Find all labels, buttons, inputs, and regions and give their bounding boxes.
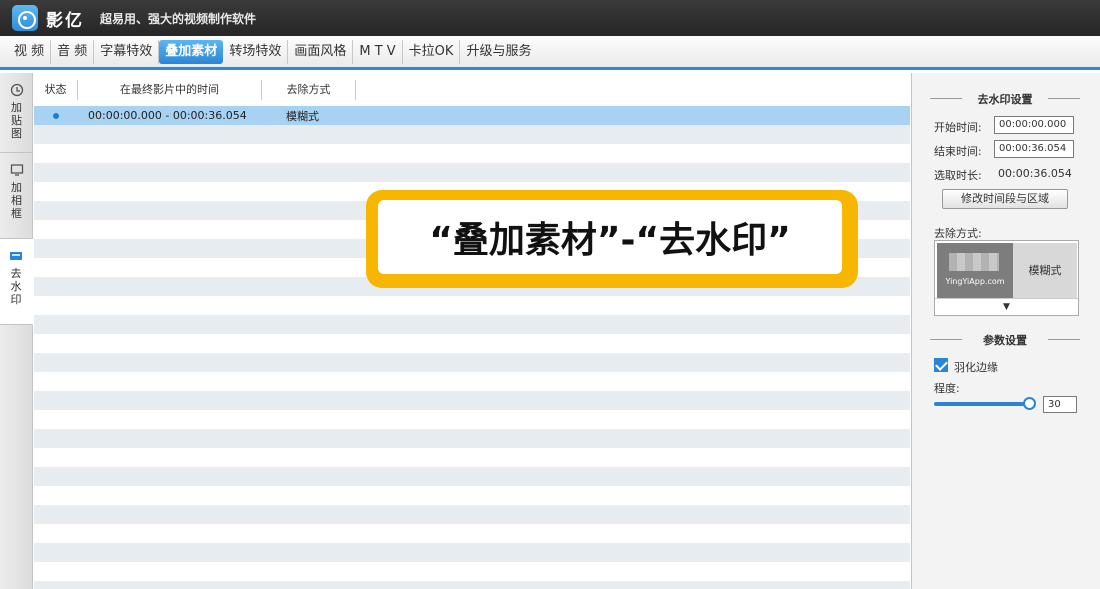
tab-add-sticker[interactable]: 加贴图 — [0, 73, 33, 153]
sticker-icon — [10, 83, 23, 97]
menu-karaoke[interactable]: 卡拉OK — [403, 39, 461, 64]
watermark-icon — [10, 252, 22, 260]
end-time-field[interactable]: 00:00:36.054 — [994, 140, 1074, 158]
degree-slider[interactable] — [934, 402, 1030, 406]
feather-edge-checkbox[interactable] — [934, 358, 948, 372]
menu-picture-style[interactable]: 画面风格 — [288, 39, 354, 64]
header-time[interactable]: 在最终影片中的时间 — [78, 79, 262, 100]
duration-value: 00:00:36.054 — [998, 167, 1072, 180]
section-params-title: 参数设置 — [930, 332, 1080, 348]
modify-range-button[interactable]: 修改时间段与区域 — [942, 189, 1068, 209]
degree-label: 程度: — [934, 382, 960, 395]
tab-remove-watermark-label: 去水印 — [10, 267, 22, 306]
tab-add-sticker-label: 加贴图 — [11, 101, 22, 140]
menu-audio[interactable]: 音 频 — [51, 39, 95, 64]
method-selector: YingYiApp.com 模糊式 ▼ — [934, 240, 1079, 316]
watermark-list: 状态 在最终影片中的时间 去除方式 00:00:00.000 - 00:00:3… — [34, 73, 910, 589]
title-bar: 影亿 超易用、强大的视频制作软件 — [0, 0, 1100, 36]
degree-value-field[interactable]: 30 — [1043, 396, 1077, 413]
menu-transition-effects[interactable]: 转场特效 — [223, 39, 289, 64]
row-method: 模糊式 — [286, 109, 319, 123]
blur-preview — [949, 253, 999, 271]
menu-upgrade-service[interactable]: 升级与服务 — [460, 40, 537, 64]
menu-mtv[interactable]: M T V — [353, 39, 403, 64]
main-menu: 视 频 音 频 字幕特效 叠加素材 转场特效 画面风格 M T V 卡拉OK 升… — [0, 36, 1100, 70]
app-slogan: 超易用、强大的视频制作软件 — [100, 11, 257, 26]
side-tabs: 加贴图 加相框 去水印 — [0, 73, 33, 589]
duration-label: 选取时长: — [934, 169, 982, 182]
tab-add-frame-label: 加相框 — [11, 181, 22, 220]
caption-banner: “叠加素材”-“去水印” — [366, 190, 858, 288]
tab-add-frame[interactable]: 加相框 — [0, 153, 33, 239]
thumbnail-watermark-text: YingYiApp.com — [945, 277, 1005, 286]
app-name: 影亿 — [46, 10, 84, 31]
row-time: 00:00:00.000 - 00:00:36.054 — [88, 109, 247, 122]
method-label: 去除方式: — [934, 227, 982, 240]
app-logo-icon — [12, 5, 38, 31]
list-header: 状态 在最终影片中的时间 去除方式 — [34, 73, 910, 106]
degree-slider-handle[interactable] — [1023, 397, 1036, 410]
tab-remove-watermark[interactable]: 去水印 — [0, 239, 33, 325]
header-state[interactable]: 状态 — [34, 79, 78, 100]
start-time-field[interactable]: 00:00:00.000 — [994, 116, 1074, 134]
feather-edge-label: 羽化边缘 — [954, 361, 998, 374]
method-preview-thumbnail[interactable]: YingYiApp.com — [937, 243, 1013, 298]
method-option-blur[interactable]: 模糊式 — [1013, 243, 1077, 298]
list-rows-background — [34, 106, 910, 589]
section-watermark-settings-title: 去水印设置 — [930, 91, 1080, 107]
frame-icon — [10, 164, 23, 176]
table-row[interactable]: 00:00:00.000 - 00:00:36.054 模糊式 — [34, 106, 910, 125]
menu-subtitle-effects[interactable]: 字幕特效 — [94, 39, 160, 64]
settings-panel: 去水印设置 开始时间: 00:00:00.000 结束时间: 00:00:36.… — [911, 73, 1100, 589]
end-time-label: 结束时间: — [934, 145, 982, 158]
menu-video[interactable]: 视 频 — [8, 39, 52, 64]
menu-overlay-material[interactable]: 叠加素材 — [159, 39, 224, 64]
start-time-label: 开始时间: — [934, 121, 982, 134]
method-dropdown-arrow-icon[interactable]: ▼ — [935, 298, 1078, 315]
status-dot-icon — [53, 112, 59, 119]
caption-banner-text: “叠加素材”-“去水印” — [378, 200, 842, 274]
header-method[interactable]: 去除方式 — [262, 79, 356, 100]
